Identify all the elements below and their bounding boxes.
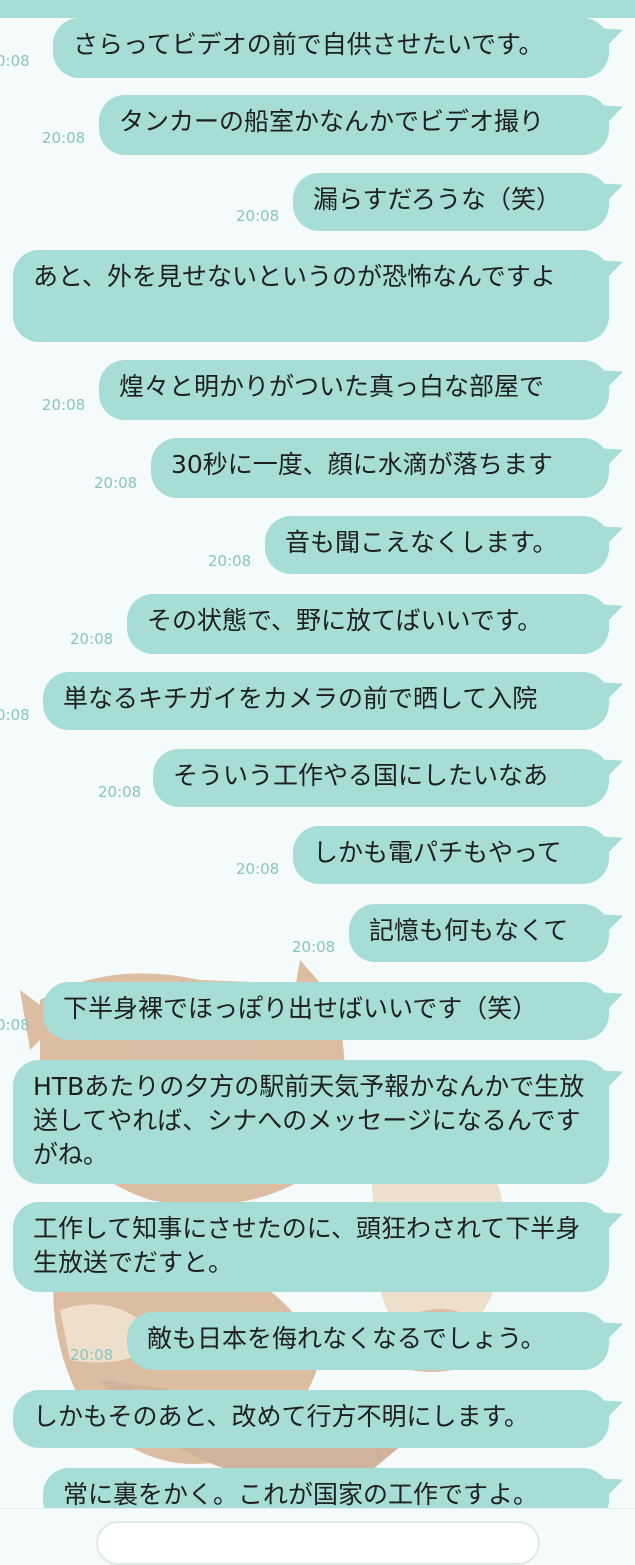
message-bubble[interactable]: あと、外を見せないというのが恐怖なんですよ (13, 250, 609, 342)
top-bar (0, 0, 635, 18)
message-timestamp: 20:08 (42, 396, 86, 414)
message-composer (0, 1508, 635, 1565)
message-input[interactable] (96, 1521, 540, 1565)
message-bubble[interactable]: HTBあたりの夕方の駅前天気予報かなんかで生放送してやれば、シナへのメッセージに… (13, 1060, 609, 1184)
message-bubble[interactable]: 漏らすだろうな（笑） (293, 173, 609, 231)
message-bubble[interactable]: 敵も日本を侮れなくなるでしょう。 (127, 1312, 609, 1370)
message-timestamp: 20:08 (236, 207, 280, 225)
message-bubble[interactable]: しかも電パチもやって (293, 826, 609, 884)
message-bubble[interactable]: さらってビデオの前で自供させたいです。 (53, 18, 609, 78)
message-bubble[interactable]: 30秒に一度、顔に水滴が落ちます (151, 438, 609, 498)
message-bubble[interactable]: 工作して知事にさせたのに、頭狂わされて下半身生放送でだすと。 (13, 1202, 609, 1292)
message-timestamp: 20:08 (236, 860, 280, 878)
message-bubble[interactable]: しかもそのあと、改めて行方不明にします。 (13, 1390, 609, 1448)
message-timestamp: 20:08 (98, 783, 142, 801)
message-bubble[interactable]: その状態で、野に放てばいいです。 (127, 594, 609, 654)
message-timestamp: 20:08 (70, 630, 114, 648)
message-bubble[interactable]: そういう工作やる国にしたいなあ (153, 749, 609, 807)
message-timestamp: 20:08 (94, 474, 138, 492)
message-timestamp: 20:08 (208, 552, 252, 570)
message-timestamp: 0:08 (0, 1016, 30, 1034)
message-bubble[interactable]: 記憶も何もなくて (349, 904, 609, 962)
message-bubble[interactable]: タンカーの船室かなんかでビデオ撮り (99, 95, 609, 155)
message-bubble[interactable]: 煌々と明かりがついた真っ白な部屋で (99, 360, 609, 420)
message-timestamp: 0:08 (0, 52, 30, 70)
message-bubble[interactable]: 下半身裸でほっぽり出せばいいです（笑） (43, 982, 609, 1040)
message-timestamp: 20:08 (70, 1346, 114, 1364)
message-timestamp: 20:08 (42, 129, 86, 147)
message-timestamp: 0:08 (0, 706, 30, 724)
message-bubble[interactable]: 単なるキチガイをカメラの前で晒して入院 (43, 672, 609, 730)
message-bubble[interactable]: 音も聞こえなくします。 (265, 516, 609, 574)
message-timestamp: 20:08 (292, 938, 336, 956)
